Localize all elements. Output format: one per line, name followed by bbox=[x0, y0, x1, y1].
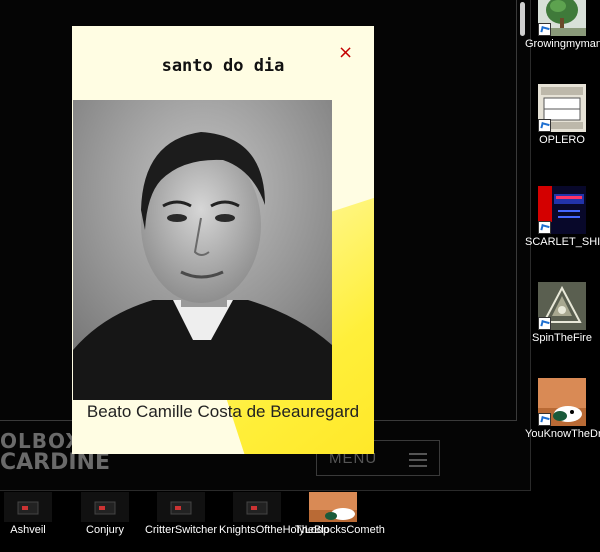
scarlet-shift-thumbnail-icon bbox=[538, 186, 586, 234]
desktop-icon-theblockscometh[interactable]: TheBlocksCometh bbox=[295, 492, 385, 537]
close-icon[interactable]: × bbox=[338, 44, 354, 62]
game-thumbnail-icon bbox=[309, 492, 357, 522]
desktop: OLBOX & CARDINE MENU Growingmymanhole bbox=[0, 0, 600, 552]
hamburger-icon bbox=[409, 453, 427, 471]
desktop-icon-ashveil[interactable]: Ashveil bbox=[0, 492, 66, 537]
saint-of-the-day-modal: santo do dia × Beato Camille Costa de Be… bbox=[72, 26, 374, 454]
desktop-icon-critterswitcher[interactable]: CritterSwitcher bbox=[143, 492, 219, 537]
desktop-icon-spinthefire[interactable]: SpinTheFire bbox=[525, 282, 599, 345]
background-logo-line2: CARDINE bbox=[0, 450, 110, 475]
you-know-the-drill-thumbnail-icon bbox=[538, 378, 586, 426]
desktop-icon-label: CritterSwitcher bbox=[144, 524, 218, 536]
game-thumbnail-icon bbox=[157, 492, 205, 522]
desktop-icon-label: YouKnowTheDrill2 bbox=[525, 428, 600, 440]
desktop-icon-label: SCARLET_SHIFT bbox=[525, 236, 600, 248]
desktop-icon-label: Growingmymanhole bbox=[525, 38, 600, 50]
desktop-icon-knightsoftheholyloop[interactable]: KnightsOftheHolyLoop bbox=[219, 492, 330, 537]
desktop-icon-label: Conjury bbox=[86, 524, 124, 536]
tree-thumbnail-icon bbox=[538, 0, 586, 36]
desktop-icon-label: KnightsOftheHolyLoop bbox=[219, 524, 330, 536]
desktop-icon-growingmymanhole[interactable]: Growingmymanhole bbox=[525, 0, 600, 51]
desktop-icon-label: TheBlocksCometh bbox=[295, 524, 385, 536]
desktop-icon-label: SpinTheFire bbox=[532, 332, 592, 344]
oplero-thumbnail-icon bbox=[538, 84, 586, 132]
desktop-icon-label: OPLERO bbox=[539, 134, 585, 146]
game-thumbnail-icon bbox=[4, 492, 52, 522]
spin-the-fire-thumbnail-icon bbox=[538, 282, 586, 330]
desktop-icon-scarlet-shift[interactable]: SCARLET_SHIFT bbox=[525, 186, 600, 249]
desktop-icon-label: Ashveil bbox=[10, 524, 46, 536]
modal-title: santo do dia bbox=[161, 56, 285, 76]
game-thumbnail-icon bbox=[81, 492, 129, 522]
desktop-icon-oplero[interactable]: OPLERO bbox=[525, 84, 599, 147]
desktop-icon-conjury[interactable]: Conjury bbox=[67, 492, 143, 537]
game-thumbnail-icon bbox=[233, 492, 281, 522]
desktop-icon-youknowthedrill2[interactable]: YouKnowTheDrill2 bbox=[525, 378, 600, 441]
saint-portrait-image bbox=[73, 100, 332, 400]
saint-name-caption: Beato Camille Costa de Beauregard bbox=[86, 402, 360, 421]
